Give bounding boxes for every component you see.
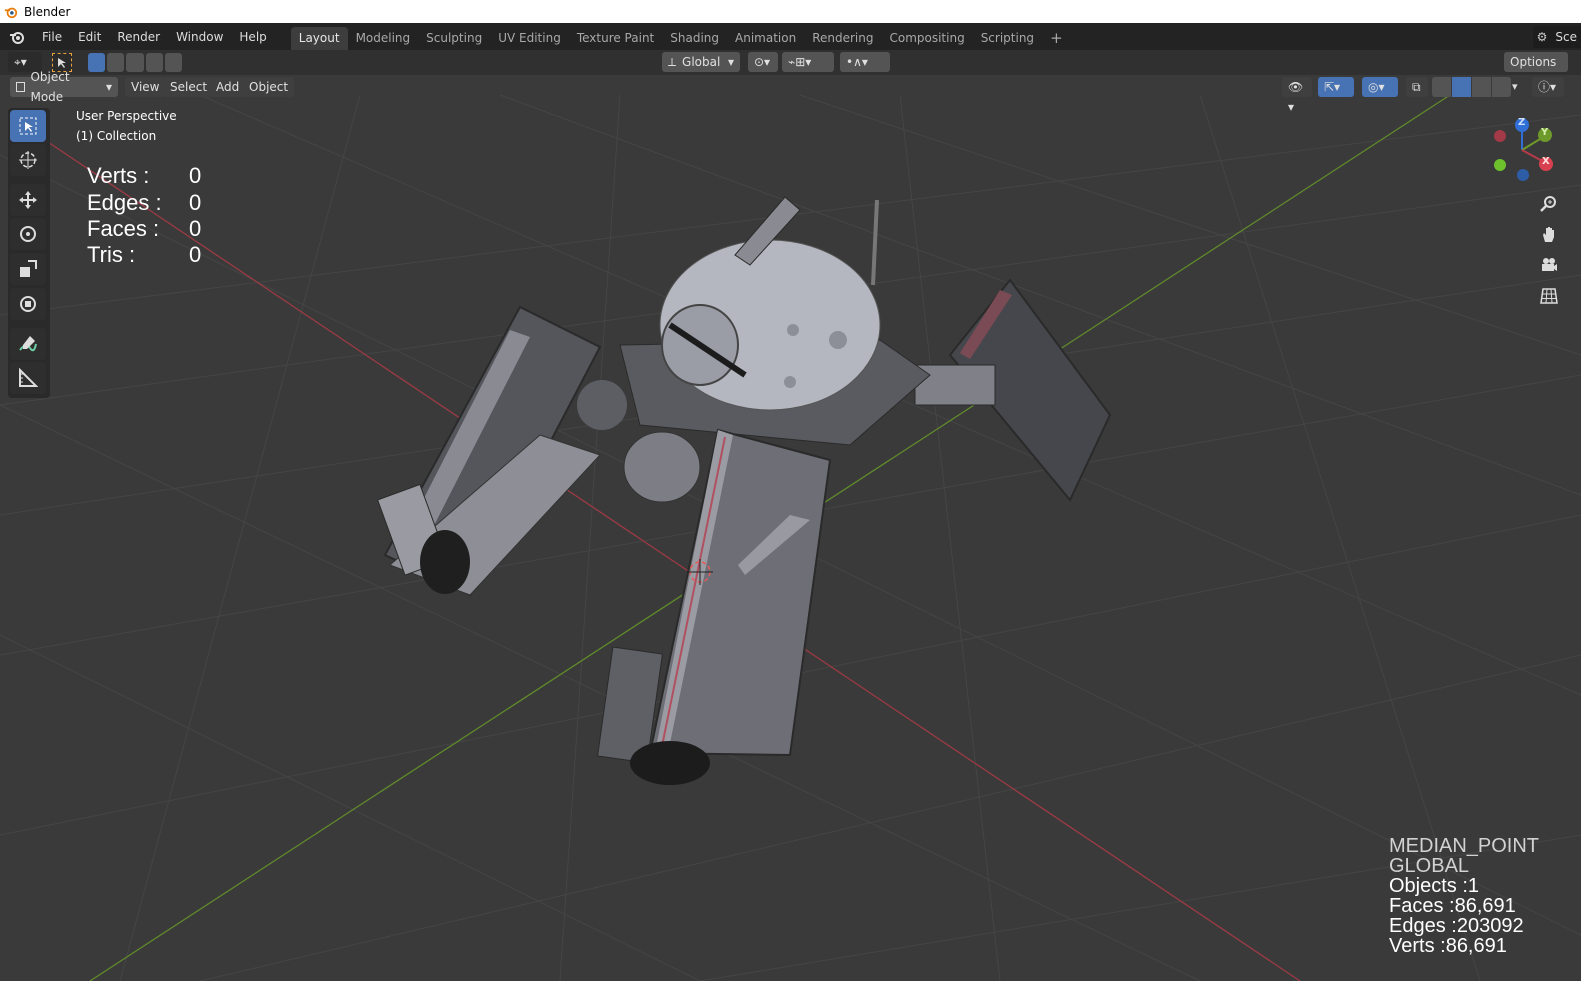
menu-file[interactable]: File: [34, 26, 70, 48]
robot-model[interactable]: [377, 196, 1112, 785]
stat-edges-value: 0: [189, 190, 202, 215]
orientation-label: GLOBAL: [1389, 855, 1470, 877]
select-box-icon[interactable]: [10, 110, 46, 142]
x-axis-line: [29, 129, 1301, 981]
select-intersect-icon[interactable]: [164, 53, 183, 72]
camera-icon[interactable]: [1536, 252, 1562, 278]
zoom-icon[interactable]: [1536, 191, 1562, 217]
transform-icon[interactable]: [10, 288, 46, 320]
rotate-icon[interactable]: [10, 218, 46, 250]
menu-window[interactable]: Window: [168, 26, 231, 48]
faces-count: Faces :86,691: [1389, 895, 1516, 917]
select-difference-icon[interactable]: [145, 53, 163, 72]
tab-modeling[interactable]: Modeling: [348, 27, 419, 50]
view-perspective-label: User Perspective: [76, 109, 177, 123]
pivot-label: MEDIAN_POINT: [1389, 835, 1540, 857]
gizmo-x-label: X: [1542, 156, 1550, 167]
options-dropdown[interactable]: Options: [1504, 52, 1568, 72]
measure-icon[interactable]: [10, 362, 46, 394]
menu-view[interactable]: View: [125, 77, 166, 97]
stat-faces-value: 0: [189, 216, 202, 241]
select-subtract-icon[interactable]: [126, 53, 144, 72]
3d-viewport[interactable]: Z Y X User Perspective (1) Collection Ve…: [0, 75, 1581, 981]
proportional-edit-toggle[interactable]: •∧▾: [840, 52, 890, 72]
orientation-dropdown[interactable]: ⟂ Global ▾: [662, 52, 740, 72]
move-icon[interactable]: [10, 184, 46, 216]
pivot-point-dropdown[interactable]: ⊙▾: [748, 52, 778, 72]
tab-layout[interactable]: Layout: [290, 27, 348, 50]
window-titlebar: Blender: [0, 0, 1581, 23]
view-collection-label: (1) Collection: [76, 129, 157, 143]
object-mode-icon: [16, 82, 26, 92]
visibility-dropdown[interactable]: 👁▾: [1282, 77, 1312, 114]
tab-sculpting[interactable]: Sculpting: [418, 27, 490, 50]
chevron-down-icon[interactable]: ▾: [1512, 77, 1526, 97]
stat-tris-value: 0: [189, 242, 202, 267]
tab-uv-editing[interactable]: UV Editing: [490, 27, 569, 50]
scene-icon: ⚙: [1536, 29, 1548, 44]
rendered-shading-icon[interactable]: [1492, 77, 1511, 97]
verts-count: Verts :86,691: [1389, 935, 1507, 957]
overlays-toggle[interactable]: ◎▾: [1362, 77, 1398, 97]
stat-tris-label: Tris :: [87, 242, 136, 267]
scene-stats: MEDIAN_POINT GLOBAL Objects :1 Faces :86…: [1389, 836, 1539, 956]
pan-hand-icon[interactable]: [1536, 221, 1562, 247]
chevron-down-icon: ▾: [105, 80, 112, 94]
annotate-icon[interactable]: [10, 328, 46, 360]
tab-scripting[interactable]: Scripting: [973, 27, 1042, 50]
window-title: Blender: [24, 4, 71, 19]
menu-object[interactable]: Object: [243, 77, 295, 97]
gizmo-z-label: Z: [1518, 117, 1526, 128]
tab-compositing[interactable]: Compositing: [881, 27, 972, 50]
scale-icon[interactable]: [10, 253, 46, 285]
gizmo-y-label: Y: [1541, 127, 1549, 138]
menu-render[interactable]: Render: [109, 26, 168, 48]
cursor-icon[interactable]: [10, 144, 46, 176]
menu-add[interactable]: Add: [210, 77, 246, 97]
add-workspace-button[interactable]: +: [1042, 27, 1071, 50]
mode-dropdown[interactable]: Object Mode ▾: [10, 70, 118, 104]
tab-animation[interactable]: Animation: [727, 27, 804, 50]
wireframe-shading-icon[interactable]: [1432, 77, 1451, 97]
select-extend-icon[interactable]: [107, 53, 125, 72]
chevron-down-icon: ▾: [727, 55, 734, 69]
viewport-header: Object Mode ▾ View Select Add Object 👁▾ …: [0, 70, 1581, 114]
stat-edges-label: Edges :: [87, 190, 162, 215]
menu-select[interactable]: Select: [164, 77, 214, 97]
blender-menu-icon[interactable]: [0, 29, 34, 45]
objects-count: Objects :1: [1389, 875, 1480, 897]
info-dropdown[interactable]: ⓘ▾: [1532, 77, 1564, 97]
tab-shading[interactable]: Shading: [662, 27, 727, 50]
scene-selector[interactable]: ⚙ Sce: [1532, 25, 1581, 48]
tab-rendering[interactable]: Rendering: [804, 27, 881, 50]
orientation-icon: ⟂: [668, 55, 677, 69]
gizmo-toggle[interactable]: ⇱▾: [1318, 77, 1354, 97]
tool-shelf: [8, 108, 50, 398]
shading-mode-group[interactable]: ▾: [1432, 77, 1526, 97]
solid-shading-icon[interactable]: [1452, 77, 1471, 97]
tab-texture-paint[interactable]: Texture Paint: [569, 27, 662, 50]
tool-settings-bar: ⌖▾ ⟂ Global ▾ ⊙▾ ⌁⊞▾ •∧▾ Options: [0, 50, 1581, 75]
edges-count: Edges :203092: [1389, 915, 1524, 937]
snap-toggle[interactable]: ⌁⊞▾: [782, 52, 834, 72]
blender-logo-icon: [4, 7, 18, 18]
menu-help[interactable]: Help: [231, 26, 274, 48]
top-bar: File Edit Render Window Help Layout Mode…: [0, 23, 1581, 50]
material-shading-icon[interactable]: [1472, 77, 1491, 97]
select-mode-group[interactable]: [88, 53, 183, 72]
stat-faces-label: Faces :: [87, 216, 160, 241]
viewport-scene[interactable]: [0, 75, 1581, 981]
stat-verts-value: 0: [189, 163, 202, 188]
menu-edit[interactable]: Edit: [70, 26, 109, 48]
grid-icon[interactable]: [1536, 283, 1562, 309]
stat-verts-label: Verts :: [87, 163, 150, 188]
xray-toggle[interactable]: ⧉: [1406, 77, 1428, 97]
